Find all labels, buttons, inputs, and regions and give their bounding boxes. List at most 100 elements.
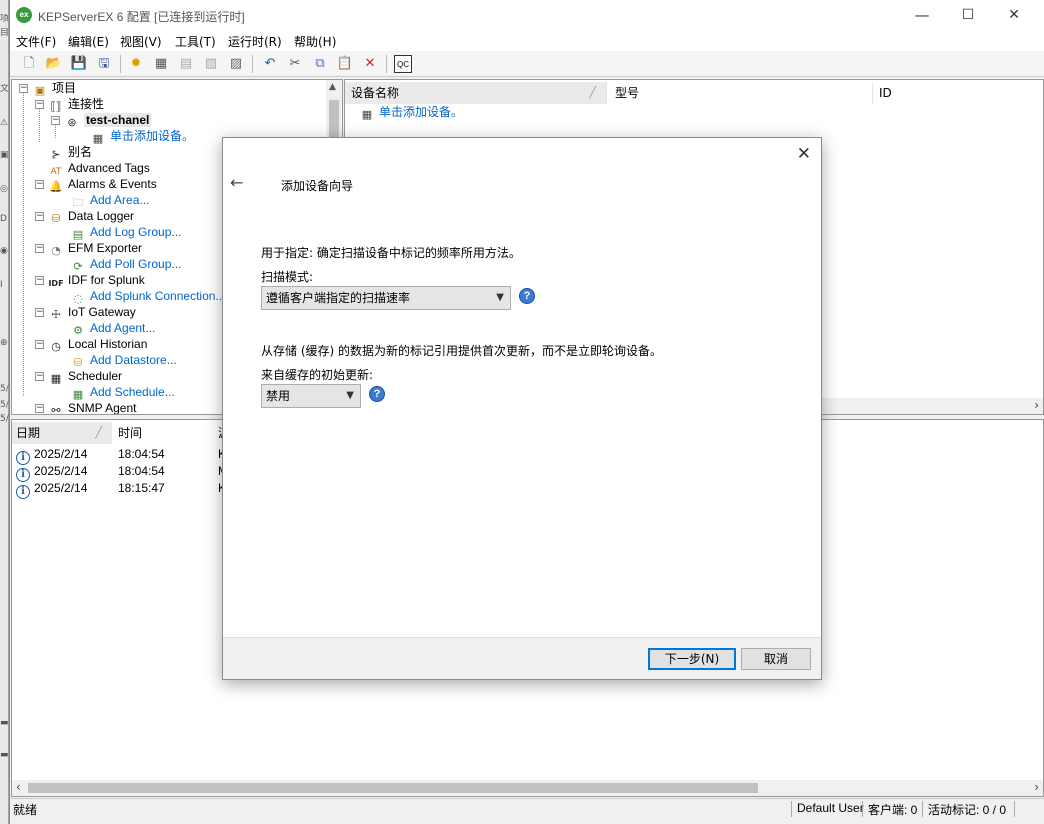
collapse-iot-toggle[interactable]: − (35, 308, 44, 317)
tree-add-poll-group-link[interactable]: ⟳ Add Poll Group... (70, 256, 181, 273)
tree-data-logger[interactable]: ⛁ Data Logger (48, 208, 134, 225)
sort-indicator-icon: ╱ (589, 86, 596, 99)
tree-add-datastore-link[interactable]: ⛁ Add Datastore... (70, 352, 176, 369)
window-title: KEPServerEX 6 配置 [已连接到运行时] (38, 10, 245, 24)
new-tag-icon[interactable]: ▧ (202, 55, 220, 73)
collapse-efm-toggle[interactable]: − (35, 244, 44, 253)
collapse-connectivity-toggle[interactable]: − (35, 100, 44, 109)
col-date[interactable]: 日期 ╱ (12, 422, 112, 444)
database-icon: ⛁ (51, 212, 61, 225)
toolbar: 🗋 📂 💾 🖫 ✹ ▦ ▤ ▧ ▨ ↶ ✂ ⧉ 📋 ✕ QC (10, 51, 1044, 77)
col-model[interactable]: 型号 (609, 82, 873, 104)
menu-help[interactable]: 帮助(H) (294, 33, 336, 50)
bell-icon: 🔔 (49, 180, 63, 193)
collapse-historian-toggle[interactable]: − (35, 340, 44, 349)
next-button[interactable]: 下一步(N) (648, 648, 736, 670)
tree-channel-test-chanel[interactable]: ⊛ test-chanel (64, 112, 152, 129)
initial-update-select[interactable]: 禁用 ▼ (261, 384, 361, 408)
collapse-snmp-toggle[interactable]: − (35, 404, 44, 413)
scroll-right-icon[interactable]: › (1034, 780, 1039, 794)
idf-icon: IDF (48, 279, 64, 288)
scroll-up-icon[interactable]: ▲ (329, 82, 336, 92)
tree-idf-splunk[interactable]: IDF IDF for Splunk (48, 272, 144, 288)
minimize-button[interactable]: — (899, 0, 945, 31)
tree-scheduler[interactable]: ▦ Scheduler (48, 368, 122, 385)
snmp-icon: ⚯ (51, 404, 61, 415)
tree-snmp-agent[interactable]: ⚯ SNMP Agent (48, 400, 136, 415)
col-time[interactable]: 时间 (114, 422, 212, 444)
log-time: 18:04:54 (118, 464, 165, 478)
initial-update-help-icon[interactable]: ? (369, 386, 385, 402)
new-project-icon[interactable]: 🗋 (20, 55, 38, 73)
log-row[interactable]: i 2025/2/14 (16, 446, 87, 465)
dialog-close-icon[interactable]: ✕ (797, 144, 811, 164)
menu-runtime[interactable]: 运行时(R) (228, 33, 282, 50)
tree-project[interactable]: ▣ 项目 (32, 80, 76, 97)
tree-add-device-link[interactable]: ▦ 单击添加设备。 (90, 128, 194, 145)
tree-add-splunk-link[interactable]: ◌ Add Splunk Connection... (70, 288, 225, 305)
status-user: Default User (797, 801, 864, 815)
copy-icon[interactable]: ⧉ (311, 55, 329, 73)
tree-alarms-events[interactable]: 🔔 Alarms & Events (48, 176, 157, 193)
status-active-tags: 活动标记: 0 / 0 (928, 803, 1007, 817)
kepserver-app-icon: ex (16, 7, 32, 23)
col-id[interactable]: ID (873, 82, 1043, 104)
collapse-scheduler-toggle[interactable]: − (35, 372, 44, 381)
tree-advanced-tags[interactable]: AT Advanced Tags (48, 160, 150, 177)
device-icon: ▦ (92, 132, 104, 145)
tree-add-area-link[interactable]: 🗀 Add Area... (70, 192, 150, 209)
scan-mode-help-icon[interactable]: ? (519, 288, 535, 304)
save-icon[interactable]: 💾 (70, 55, 88, 73)
scroll-left-icon[interactable]: ‹ (16, 780, 21, 794)
collapse-data-logger-toggle[interactable]: − (35, 212, 44, 221)
title-bar: ex KEPServerEX 6 配置 [已连接到运行时] — ☐ ✕ (10, 0, 1044, 31)
device-list-add-device-link[interactable]: ▦ 单击添加设备。 (359, 104, 463, 121)
tree-add-log-group-link[interactable]: ▤ Add Log Group... (70, 224, 182, 241)
calendar-icon: ▦ (50, 372, 62, 385)
save-as-icon[interactable]: 🖫 (95, 55, 113, 73)
menu-view[interactable]: 视图(V) (120, 33, 162, 50)
tree-alias[interactable]: ⊱ 别名 (48, 144, 92, 161)
tree-add-agent-link[interactable]: ⚙ Add Agent... (70, 320, 155, 337)
scan-mode-select[interactable]: 遵循客户端指定的扫描速率 ▼ (261, 286, 511, 310)
collapse-project-toggle[interactable]: − (19, 84, 28, 93)
tree-connectivity[interactable]: ⟦⟧ 连接性 (48, 96, 104, 113)
open-project-icon[interactable]: 📂 (45, 55, 63, 73)
menu-edit[interactable]: 编辑(E) (68, 33, 109, 50)
new-tag-group-icon[interactable]: ▤ (177, 55, 195, 73)
menu-tools[interactable]: 工具(T) (175, 33, 216, 50)
history-icon: ◷ (51, 340, 61, 353)
tree-local-historian[interactable]: ◷ Local Historian (48, 336, 147, 353)
tree-iot-gateway[interactable]: ☩ IoT Gateway (48, 304, 136, 321)
collapse-channel-toggle[interactable]: − (51, 116, 60, 125)
cancel-button[interactable]: 取消 (741, 648, 811, 670)
undo-icon[interactable]: ↶ (261, 55, 279, 73)
back-arrow-icon[interactable]: ← (230, 173, 243, 192)
log-horizontal-scrollbar[interactable]: ‹ › (12, 780, 1043, 796)
connectivity-icon: ⟦⟧ (50, 100, 62, 113)
maximize-button[interactable]: ☐ (945, 0, 991, 31)
log-time: 18:04:54 (118, 447, 165, 461)
collapse-splunk-toggle[interactable]: − (35, 276, 44, 285)
info-icon: i (16, 485, 30, 499)
log-row[interactable]: i 2025/2/14 (16, 480, 87, 499)
menu-file[interactable]: 文件(F) (16, 33, 56, 50)
cut-icon[interactable]: ✂ (286, 55, 304, 73)
delete-icon[interactable]: ✕ (361, 55, 379, 73)
properties-icon[interactable]: ▨ (227, 55, 245, 73)
scroll-right-icon[interactable]: › (1034, 398, 1039, 412)
log-row[interactable]: i 2025/2/14 (16, 463, 87, 482)
scan-mode-label: 扫描模式: (261, 270, 314, 284)
col-device-name[interactable]: 设备名称 ╱ (345, 82, 607, 104)
status-clients: 客户端: 0 (868, 803, 918, 817)
close-window-button[interactable]: ✕ (991, 0, 1037, 31)
tree-efm-exporter[interactable]: ◔ EFM Exporter (48, 240, 142, 257)
tree-add-schedule-link[interactable]: ▦ Add Schedule... (70, 384, 175, 401)
collapse-alarms-toggle[interactable]: − (35, 180, 44, 189)
new-device-icon[interactable]: ▦ (152, 55, 170, 73)
quick-client-icon[interactable]: QC (394, 55, 412, 73)
new-channel-icon[interactable]: ✹ (127, 55, 145, 73)
initial-update-description: 从存储 (缓存) 的数据为新的标记引用提供首次更新，而不是立即轮询设备。 (261, 344, 662, 358)
paste-icon[interactable]: 📋 (336, 55, 354, 73)
log-scroll-thumb[interactable] (28, 783, 758, 793)
